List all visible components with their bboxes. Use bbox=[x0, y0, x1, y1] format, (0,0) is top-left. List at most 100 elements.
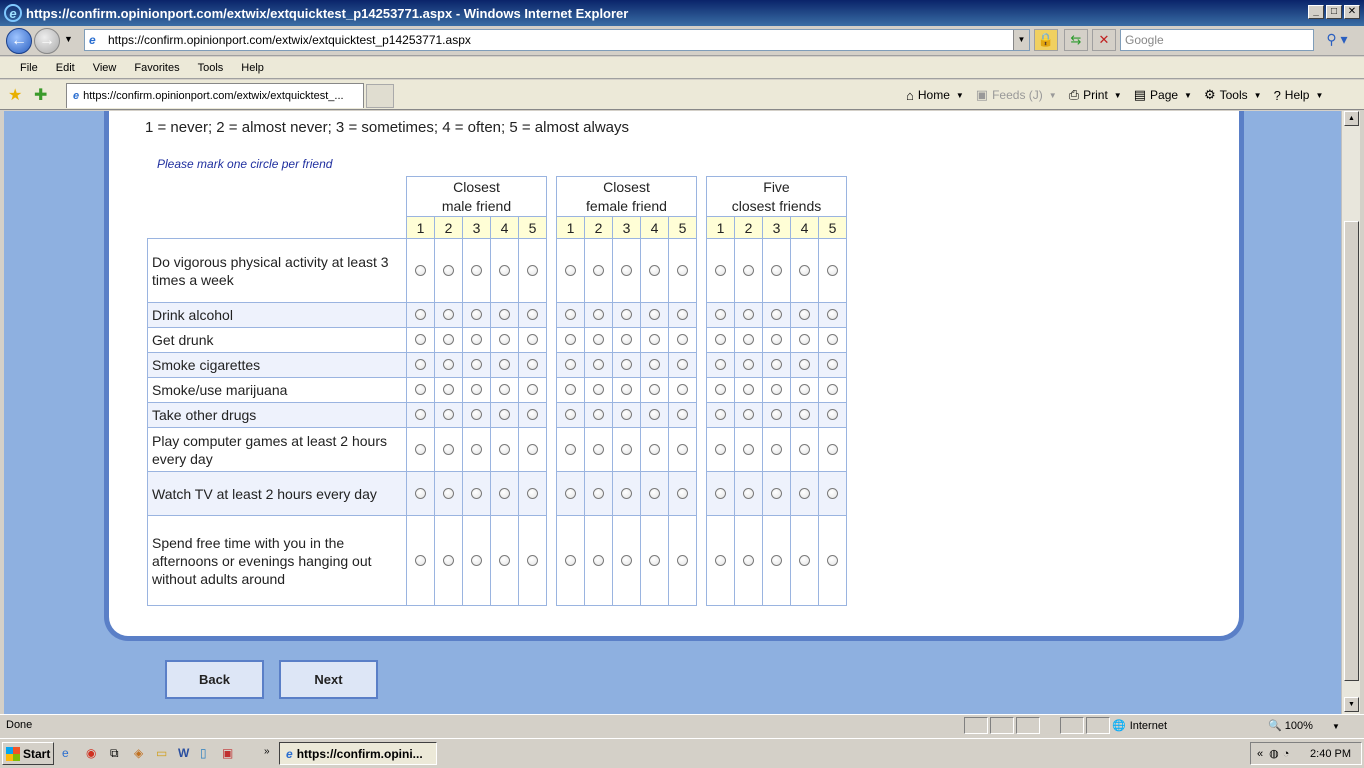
radio-button[interactable] bbox=[527, 443, 538, 455]
radio-button[interactable] bbox=[827, 334, 838, 345]
radio-button[interactable] bbox=[471, 384, 482, 395]
radio-button[interactable] bbox=[499, 334, 510, 345]
search-icon[interactable]: ⚲ ▾ bbox=[1318, 29, 1356, 51]
menu-edit[interactable]: Edit bbox=[56, 62, 75, 74]
word-quicklaunch-icon[interactable]: W bbox=[178, 746, 189, 760]
menu-help[interactable]: Help bbox=[241, 62, 264, 74]
radio-button[interactable] bbox=[649, 264, 660, 276]
radio-button[interactable] bbox=[621, 554, 632, 566]
chevron-down-icon[interactable]: ▼ bbox=[1049, 91, 1057, 100]
radio-button[interactable] bbox=[565, 384, 576, 395]
radio-button[interactable] bbox=[565, 443, 576, 455]
radio-button[interactable] bbox=[743, 409, 754, 420]
radio-button[interactable] bbox=[827, 487, 838, 499]
chevron-down-icon[interactable]: ▼ bbox=[1332, 722, 1340, 731]
add-favorite-icon[interactable]: ✚ bbox=[34, 85, 47, 105]
zoom-control[interactable]: 🔍 100% ▼ bbox=[1268, 719, 1340, 732]
radio-button[interactable] bbox=[415, 409, 426, 420]
tray-volume-icon[interactable]: ◔ bbox=[1283, 748, 1290, 760]
radio-button[interactable] bbox=[799, 487, 810, 499]
radio-button[interactable] bbox=[499, 359, 510, 370]
radio-button[interactable] bbox=[527, 554, 538, 566]
radio-button[interactable] bbox=[593, 359, 604, 370]
radio-button[interactable] bbox=[649, 554, 660, 566]
radio-button[interactable] bbox=[415, 554, 426, 566]
radio-button[interactable] bbox=[827, 384, 838, 395]
radio-button[interactable] bbox=[499, 487, 510, 499]
radio-button[interactable] bbox=[827, 554, 838, 566]
radio-button[interactable] bbox=[677, 443, 688, 455]
radio-button[interactable] bbox=[743, 334, 754, 345]
radio-button[interactable] bbox=[677, 309, 688, 320]
radio-button[interactable] bbox=[715, 264, 726, 276]
menu-view[interactable]: View bbox=[93, 62, 117, 74]
radio-button[interactable] bbox=[827, 309, 838, 320]
radio-button[interactable] bbox=[621, 384, 632, 395]
radio-button[interactable] bbox=[827, 443, 838, 455]
radio-button[interactable] bbox=[527, 334, 538, 345]
radio-button[interactable] bbox=[565, 409, 576, 420]
chevron-down-icon[interactable]: ▼ bbox=[1184, 91, 1192, 100]
radio-button[interactable] bbox=[499, 554, 510, 566]
radio-button[interactable] bbox=[799, 384, 810, 395]
radio-button[interactable] bbox=[827, 409, 838, 420]
radio-button[interactable] bbox=[443, 443, 454, 455]
radio-button[interactable] bbox=[621, 443, 632, 455]
minimize-button[interactable]: _ bbox=[1308, 5, 1324, 19]
radio-button[interactable] bbox=[443, 359, 454, 370]
help-command[interactable]: ? Help ▼ bbox=[1274, 87, 1324, 103]
folder-quicklaunch-icon[interactable]: ▭ bbox=[156, 746, 167, 760]
radio-button[interactable] bbox=[771, 309, 782, 320]
radio-button[interactable] bbox=[715, 409, 726, 420]
radio-button[interactable] bbox=[499, 384, 510, 395]
radio-button[interactable] bbox=[565, 334, 576, 345]
next-button[interactable]: Next bbox=[279, 660, 378, 699]
radio-button[interactable] bbox=[771, 409, 782, 420]
radio-button[interactable] bbox=[593, 554, 604, 566]
search-input[interactable]: Google bbox=[1120, 29, 1314, 51]
radio-button[interactable] bbox=[677, 554, 688, 566]
radio-button[interactable] bbox=[471, 334, 482, 345]
address-dropdown-icon[interactable]: ▼ bbox=[1013, 30, 1029, 50]
radio-button[interactable] bbox=[527, 487, 538, 499]
radio-button[interactable] bbox=[677, 409, 688, 420]
radio-button[interactable] bbox=[715, 384, 726, 395]
chevron-down-icon[interactable]: ▼ bbox=[956, 91, 964, 100]
chevron-down-icon[interactable]: ▼ bbox=[1315, 91, 1323, 100]
radio-button[interactable] bbox=[771, 384, 782, 395]
radio-button[interactable] bbox=[565, 487, 576, 499]
browser-tab[interactable]: e https://confirm.opinionport.com/extwix… bbox=[66, 83, 364, 108]
radio-button[interactable] bbox=[471, 409, 482, 420]
radio-button[interactable] bbox=[649, 409, 660, 420]
vertical-scrollbar[interactable]: ▲ ▼ bbox=[1341, 111, 1360, 714]
taskbar-item-ie[interactable]: e https://confirm.opini... bbox=[279, 742, 437, 765]
radio-button[interactable] bbox=[527, 309, 538, 320]
radio-button[interactable] bbox=[771, 487, 782, 499]
radio-button[interactable] bbox=[471, 264, 482, 276]
radio-button[interactable] bbox=[677, 384, 688, 395]
radio-button[interactable] bbox=[715, 554, 726, 566]
menu-file[interactable]: File bbox=[20, 62, 38, 74]
radio-button[interactable] bbox=[649, 334, 660, 345]
radio-button[interactable] bbox=[593, 384, 604, 395]
more-quicklaunch-icon[interactable]: » bbox=[264, 746, 270, 757]
radio-button[interactable] bbox=[565, 554, 576, 566]
radio-button[interactable] bbox=[799, 554, 810, 566]
radio-button[interactable] bbox=[677, 487, 688, 499]
radio-button[interactable] bbox=[799, 334, 810, 345]
tools-command[interactable]: ⚙ Tools ▼ bbox=[1204, 87, 1262, 103]
menu-favorites[interactable]: Favorites bbox=[134, 62, 179, 74]
radio-button[interactable] bbox=[443, 409, 454, 420]
radio-button[interactable] bbox=[715, 309, 726, 320]
radio-button[interactable] bbox=[621, 334, 632, 345]
radio-button[interactable] bbox=[677, 264, 688, 276]
radio-button[interactable] bbox=[771, 359, 782, 370]
new-tab-button[interactable] bbox=[366, 84, 394, 108]
radio-button[interactable] bbox=[443, 309, 454, 320]
ie-quicklaunch-icon[interactable]: e bbox=[62, 746, 69, 760]
radio-button[interactable] bbox=[443, 384, 454, 395]
radio-button[interactable] bbox=[827, 359, 838, 370]
page-command[interactable]: ▤ Page ▼ bbox=[1134, 87, 1192, 103]
network-quicklaunch-icon[interactable]: ⧉ bbox=[110, 746, 119, 761]
radio-button[interactable] bbox=[527, 384, 538, 395]
